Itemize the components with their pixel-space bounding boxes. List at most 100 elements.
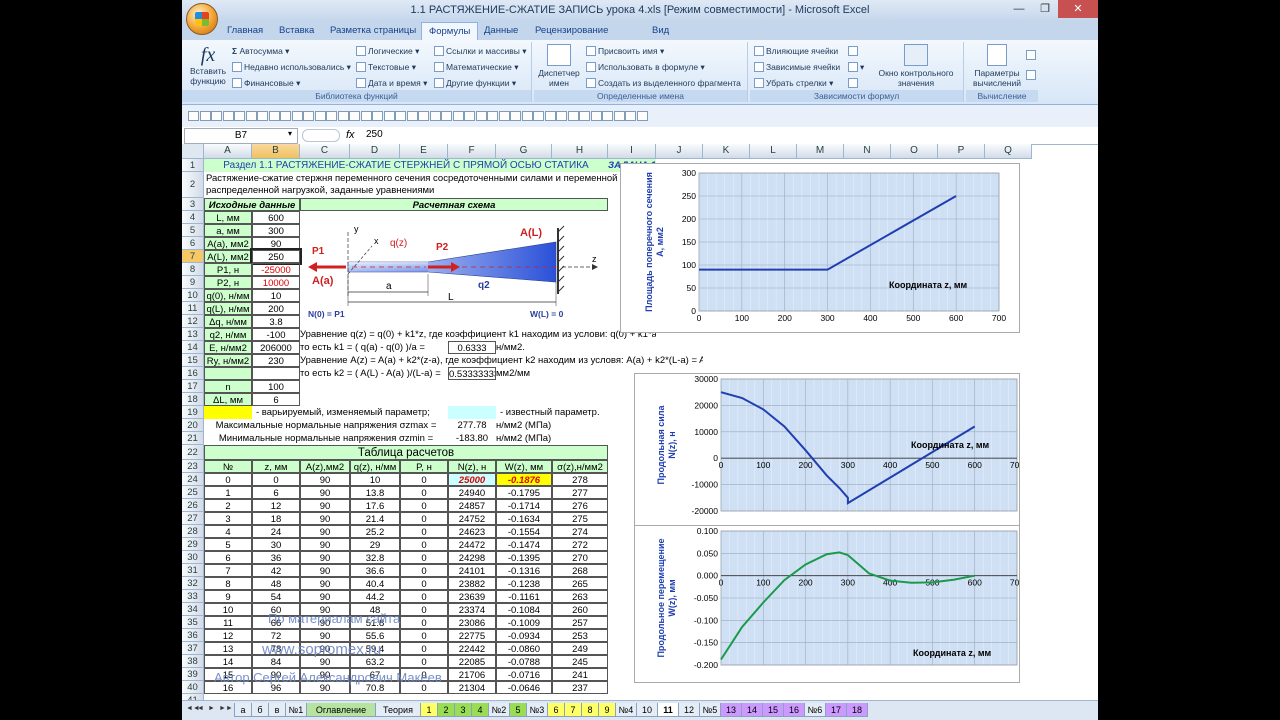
other-functions-button[interactable]: Другие функции ▾ (434, 78, 516, 89)
sheet-tab[interactable]: 11 (657, 703, 679, 717)
scheme-header[interactable]: Расчетная схема (300, 198, 608, 211)
table-cell[interactable]: 24 (252, 525, 300, 538)
table-cell[interactable]: -0.1161 (496, 590, 552, 603)
row-header-29[interactable]: 29 (182, 538, 204, 551)
toolbar-icon[interactable] (349, 111, 360, 121)
eq1b-cell[interactable]: то есть k1 = ( q(a) - q(0) )/a = (300, 341, 448, 354)
toolbar-icon[interactable] (360, 111, 372, 121)
table-cell[interactable]: -0.1634 (496, 512, 552, 525)
table-cell[interactable]: 48 (252, 577, 300, 590)
toolbar-icon[interactable] (510, 111, 521, 121)
toolbar-icon[interactable] (556, 111, 567, 121)
toolbar-icon[interactable] (625, 111, 636, 121)
table-cell[interactable]: -0.1395 (496, 551, 552, 564)
table-cell[interactable]: 0 (400, 642, 448, 655)
toolbar-icon[interactable] (464, 111, 475, 121)
row-header-2[interactable]: 2 (182, 172, 204, 198)
table-cell[interactable]: 2 (204, 499, 252, 512)
param-value[interactable]: 100 (252, 380, 300, 393)
param-label[interactable]: Ry, н/мм2 (204, 354, 252, 367)
table-cell[interactable]: 249 (552, 642, 608, 655)
row-header-19[interactable]: 19 (182, 406, 204, 419)
table-cell[interactable]: -0.1714 (496, 499, 552, 512)
table-cell[interactable]: 21.4 (350, 512, 400, 525)
table-cell[interactable]: 24857 (448, 499, 496, 512)
table-cell[interactable]: 44.2 (350, 590, 400, 603)
param-label[interactable]: L, мм (204, 211, 252, 224)
table-header-1[interactable]: z, мм (252, 460, 300, 473)
table-cell[interactable]: 263 (552, 590, 608, 603)
financial-button[interactable]: Финансовые ▾ (232, 78, 300, 89)
table-cell[interactable]: 1 (204, 486, 252, 499)
table-cell[interactable]: 90 (300, 551, 350, 564)
param-value[interactable]: 6 (252, 393, 300, 406)
assign-name-button[interactable]: Присвоить имя ▾ (586, 46, 664, 57)
param-value[interactable] (252, 367, 300, 380)
row-header-36[interactable]: 36 (182, 629, 204, 642)
table-cell[interactable]: 18 (252, 512, 300, 525)
sheet-tab[interactable]: 9 (598, 703, 616, 717)
row-header-24[interactable]: 24 (182, 473, 204, 486)
trace-dependents-button[interactable]: Зависимые ячейки (754, 62, 840, 72)
table-cell[interactable]: -0.0788 (496, 655, 552, 668)
table-cell[interactable]: 22442 (448, 642, 496, 655)
table-cell[interactable]: 90 (300, 473, 350, 486)
table-cell[interactable]: 0 (400, 629, 448, 642)
toolbar-icon[interactable] (303, 111, 314, 121)
toolbar-icon[interactable] (222, 111, 234, 121)
legend-variable[interactable]: - варьируемый, изменяемый параметр; (252, 406, 448, 419)
table-cell[interactable]: 90 (300, 590, 350, 603)
show-formulas-icon[interactable] (848, 46, 860, 56)
column-header-P[interactable]: P (938, 144, 985, 159)
table-header-2[interactable]: A(z),мм2 (300, 460, 350, 473)
table-cell[interactable]: 13 (204, 642, 252, 655)
sheet-tab[interactable]: 5 (509, 703, 527, 717)
param-value[interactable]: 250 (250, 248, 302, 265)
table-cell[interactable]: 30 (252, 538, 300, 551)
table-cell[interactable]: 29 (350, 538, 400, 551)
eq1-cell[interactable]: Уравнение q(z) = q(0) + k1*z, где коэффи… (300, 328, 656, 341)
row-header-23[interactable]: 23 (182, 460, 204, 473)
table-cell[interactable]: 24752 (448, 512, 496, 525)
table-cell[interactable]: 6 (252, 486, 300, 499)
sheet-tab[interactable]: 3 (454, 703, 472, 717)
table-cell[interactable]: 0 (400, 525, 448, 538)
param-value[interactable]: -100 (252, 328, 300, 341)
table-title[interactable]: Таблица расчетов (204, 445, 608, 460)
office-button[interactable] (186, 3, 218, 35)
row-header-8[interactable]: 8 (182, 263, 204, 276)
maximize-icon[interactable]: ❐ (1032, 0, 1058, 18)
table-cell[interactable]: 0 (400, 473, 448, 486)
recent-button[interactable]: Недавно использовались ▾ (232, 62, 351, 73)
row-header-9[interactable]: 9 (182, 276, 204, 289)
table-cell[interactable]: 0 (400, 499, 448, 512)
column-header-K[interactable]: K (703, 144, 750, 159)
toolbar-icon[interactable] (372, 111, 383, 121)
column-header-J[interactable]: J (656, 144, 703, 159)
table-cell[interactable]: 25000 (448, 473, 496, 486)
eq2b-cell[interactable]: то есть k2 = ( A(L) - A(a) )/(L-a) = (300, 367, 448, 380)
k1-unit[interactable]: н/мм2. (496, 341, 552, 354)
trace-precedents-button[interactable]: Влияющие ячейки (754, 46, 838, 56)
table-cell[interactable]: 24623 (448, 525, 496, 538)
max-stress-unit[interactable]: н/мм2 (МПа) (496, 419, 552, 432)
sheet-tab[interactable]: 12 (678, 703, 700, 717)
table-header-5[interactable]: N(z), н (448, 460, 496, 473)
param-value[interactable]: 230 (252, 354, 300, 367)
max-stress-value[interactable]: 277.78 (448, 419, 496, 432)
table-cell[interactable]: 24101 (448, 564, 496, 577)
row-header-14[interactable]: 14 (182, 341, 204, 354)
fx-icon[interactable]: fx (346, 129, 355, 141)
table-cell[interactable]: 278 (552, 473, 608, 486)
table-cell[interactable]: 10 (204, 603, 252, 616)
param-value[interactable]: 3.8 (252, 315, 300, 328)
column-header-H[interactable]: H (552, 144, 608, 159)
table-cell[interactable]: 10 (350, 473, 400, 486)
table-cell[interactable]: -0.1238 (496, 577, 552, 590)
table-header-0[interactable]: № (204, 460, 252, 473)
use-in-formula-button[interactable]: Использовать в формуле ▾ (586, 62, 705, 73)
toolbar-icon[interactable] (188, 111, 199, 121)
table-cell[interactable]: 277 (552, 486, 608, 499)
table-cell[interactable]: 260 (552, 603, 608, 616)
sheet-tab[interactable]: 1 (420, 703, 438, 717)
